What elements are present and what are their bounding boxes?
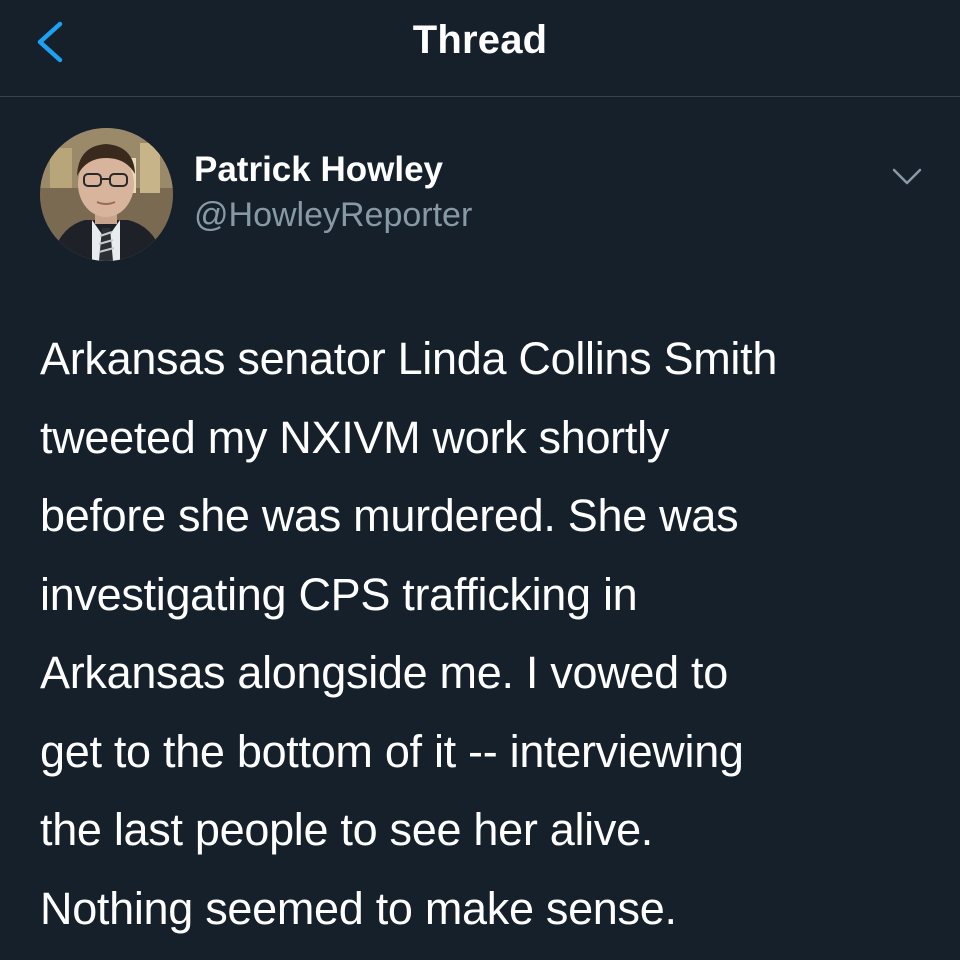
author-name[interactable]: Patrick Howley bbox=[194, 150, 443, 190]
author-handle[interactable]: @HowleyReporter bbox=[194, 196, 472, 235]
tweet-menu-button[interactable] bbox=[888, 164, 926, 190]
tweet-text: Arkansas senator Linda Collins Smith twe… bbox=[40, 333, 778, 934]
chevron-down-icon bbox=[892, 168, 922, 185]
top-nav-bar: Thread bbox=[0, 0, 960, 97]
avatar[interactable] bbox=[40, 128, 173, 261]
tweet-author: Patrick Howley @HowleyReporter bbox=[40, 128, 922, 263]
page-title: Thread bbox=[412, 18, 548, 62]
